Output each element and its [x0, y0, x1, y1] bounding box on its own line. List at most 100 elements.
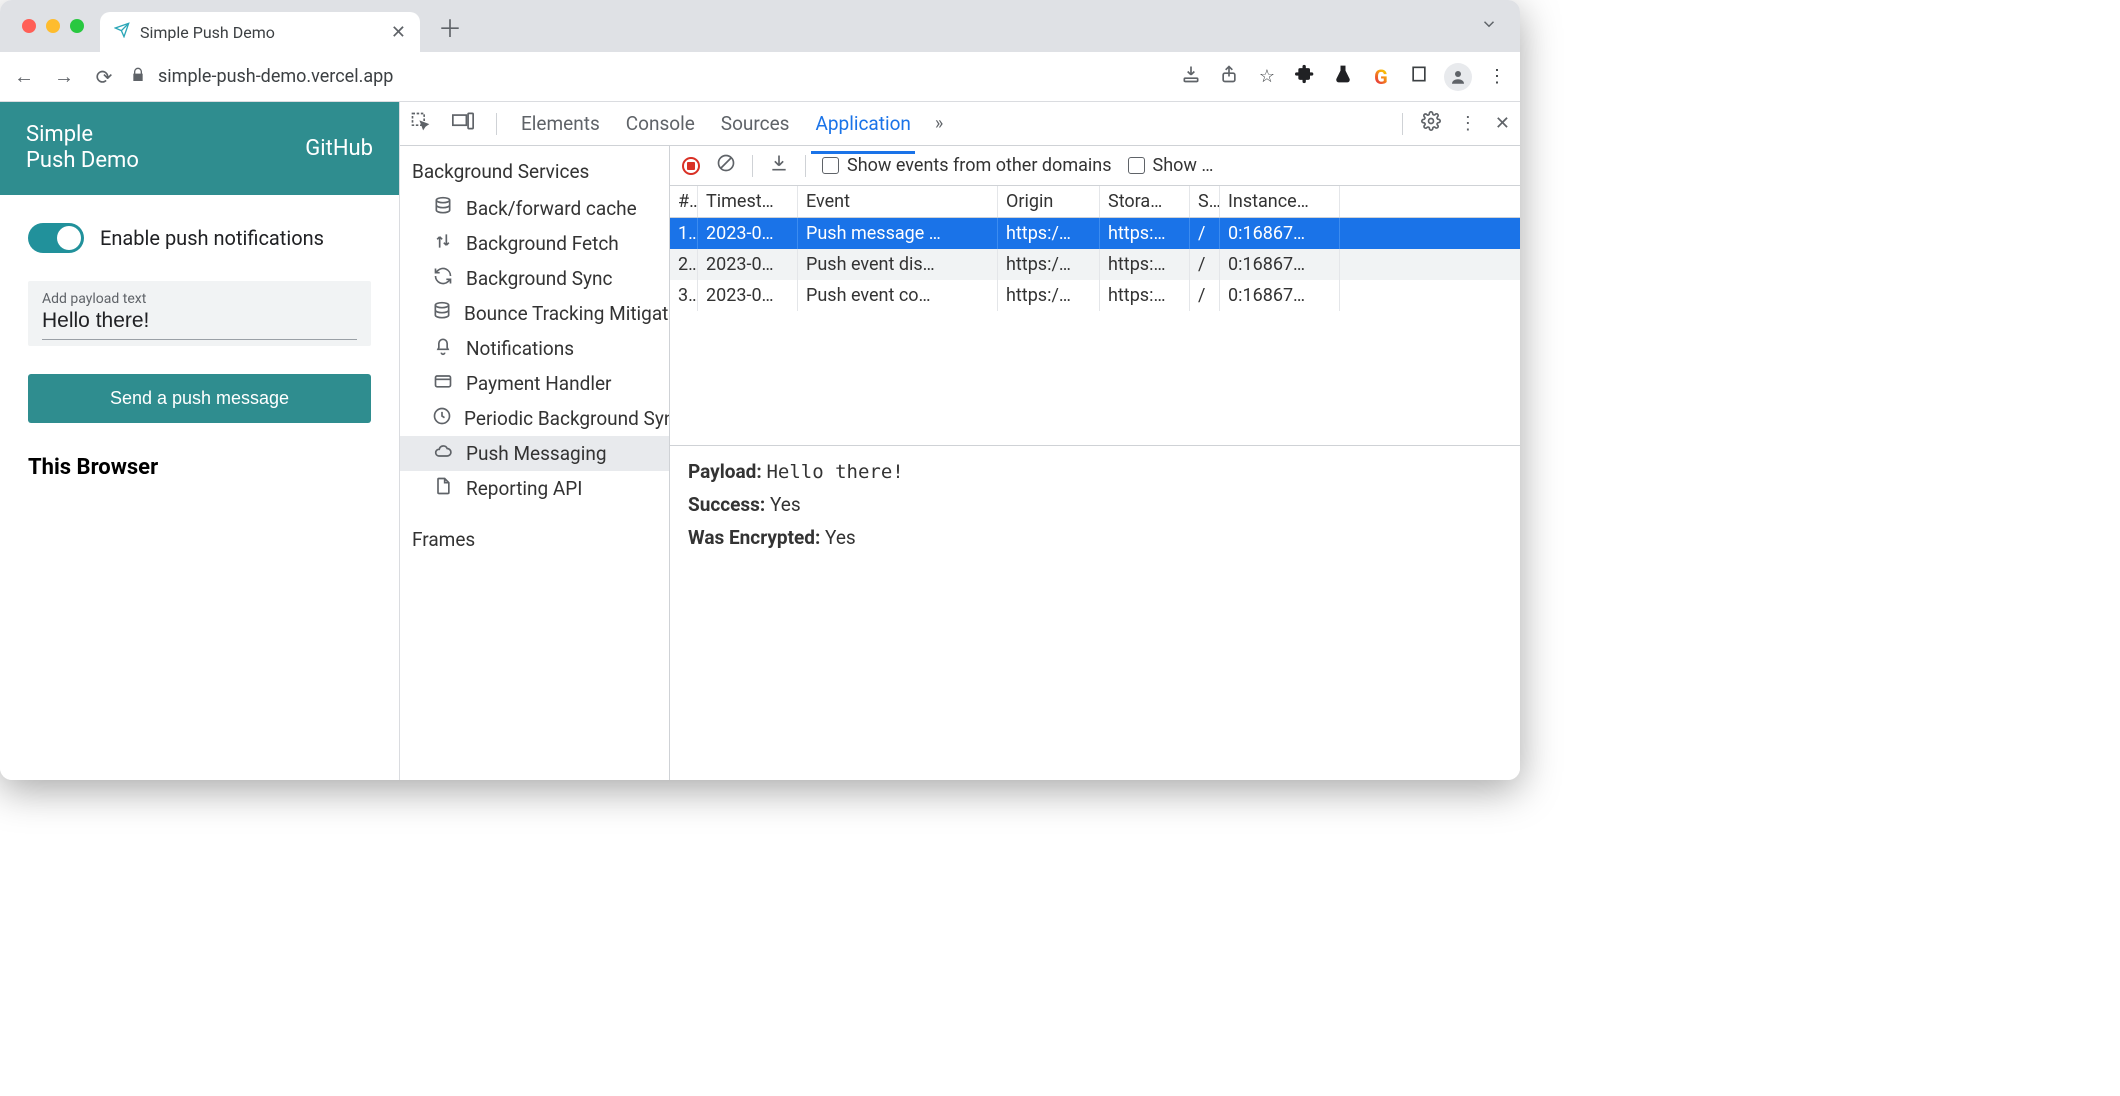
detail-encrypted-key: Was Encrypted: [688, 526, 820, 549]
table-row[interactable]: 1.2023-0…Push message …https:/…https:…/0… [670, 218, 1520, 249]
tab-title: Simple Push Demo [140, 23, 275, 42]
sidebar-item-label: Push Messaging [466, 442, 607, 465]
devtools-panel: Elements Console Sources Application » ⋮… [400, 102, 1520, 780]
cell-n: 1. [670, 218, 698, 249]
cutoff-heading: This Browser [28, 455, 371, 480]
browser-tab[interactable]: Simple Push Demo ✕ [100, 12, 420, 52]
lock-icon [130, 67, 146, 87]
browser-toolbar: ← → ⟳ simple-push-demo.vercel.app ☆ G ⋮ [0, 52, 1520, 102]
close-window-button[interactable] [22, 19, 36, 33]
google-icon[interactable]: G [1368, 65, 1394, 89]
sidebar-heading-frames: Frames [400, 520, 669, 559]
sidebar-item-notifications[interactable]: Notifications [400, 331, 669, 366]
separator [1402, 113, 1403, 135]
share-icon[interactable] [1216, 64, 1242, 89]
application-sidebar: Background Services Back/forward cacheBa… [400, 146, 670, 780]
cell-origin: https:/… [998, 280, 1100, 311]
sidebar-item-periodic-background-sync[interactable]: Periodic Background Sync [400, 401, 669, 436]
tab-sources[interactable]: Sources [719, 104, 792, 143]
cell-instance: 0:16867… [1220, 280, 1340, 311]
detail-payload-key: Payload: [688, 460, 762, 483]
zoom-window-button[interactable] [70, 19, 84, 33]
sidebar-item-label: Periodic Background Sync [464, 407, 670, 430]
show-more-label: Show … [1153, 155, 1214, 176]
chrome-menu-button[interactable]: ⋮ [1484, 66, 1510, 87]
send-push-button[interactable]: Send a push message [28, 374, 371, 423]
table-row[interactable]: 3.2023-0…Push event co…https:/…https:…/0… [670, 280, 1520, 311]
sidebar-item-label: Back/forward cache [466, 197, 637, 220]
bookmark-star-icon[interactable]: ☆ [1254, 66, 1280, 87]
sidebar-item-reporting-api[interactable]: Reporting API [400, 471, 669, 506]
card-icon [432, 371, 454, 396]
app-header: Simple Push Demo GitHub [0, 102, 399, 195]
payload-field[interactable]: Add payload text [28, 281, 371, 346]
labs-icon[interactable] [1330, 64, 1356, 89]
new-tab-button[interactable]: ＋ [438, 9, 462, 44]
minimize-window-button[interactable] [46, 19, 60, 33]
tab-console[interactable]: Console [624, 104, 697, 143]
column-header[interactable]: Timest… [698, 186, 798, 217]
reload-button[interactable]: ⟳ [90, 65, 118, 89]
sidebar-item-bounce-tracking-mitigations[interactable]: Bounce Tracking Mitigations [400, 296, 669, 331]
column-header[interactable]: Stora… [1100, 186, 1190, 217]
sidebar-item-push-messaging[interactable]: Push Messaging [400, 436, 669, 471]
cell-storage: https:… [1100, 218, 1190, 249]
payload-field-label: Add payload text [42, 291, 357, 307]
detail-payload-value: Hello there! [766, 461, 903, 483]
column-header[interactable]: Instance… [1220, 186, 1340, 217]
github-link[interactable]: GitHub [305, 136, 373, 161]
cell-origin: https:/… [998, 249, 1100, 280]
address-bar[interactable]: simple-push-demo.vercel.app [130, 66, 1166, 87]
events-table-header: #Timest…EventOriginStora…S..Instance… [670, 186, 1520, 218]
devtools-tabbar: Elements Console Sources Application » ⋮… [400, 102, 1520, 146]
cell-ts: 2023-0… [698, 218, 798, 249]
cell-sw: / [1190, 280, 1220, 311]
show-other-domains-checkbox[interactable]: Show events from other domains [822, 155, 1112, 176]
column-header[interactable]: Event [798, 186, 998, 217]
sidebar-item-payment-handler[interactable]: Payment Handler [400, 366, 669, 401]
column-header[interactable]: S.. [1190, 186, 1220, 217]
forward-button[interactable]: → [50, 64, 78, 89]
detail-encrypted-value: Yes [825, 526, 856, 549]
sidebar-item-back-forward-cache[interactable]: Back/forward cache [400, 191, 669, 226]
clear-icon[interactable] [716, 153, 736, 178]
column-header[interactable]: Origin [998, 186, 1100, 217]
db-icon [432, 196, 454, 221]
close-devtools-icon[interactable]: ✕ [1495, 113, 1510, 134]
tab-elements[interactable]: Elements [519, 104, 602, 143]
separator [752, 155, 753, 177]
gear-icon[interactable] [1421, 111, 1441, 136]
field-underline [42, 339, 357, 340]
back-button[interactable]: ← [10, 64, 38, 89]
record-button[interactable] [682, 157, 700, 175]
sidebar-item-label: Payment Handler [466, 372, 611, 395]
sidebar-item-background-fetch[interactable]: Background Fetch [400, 226, 669, 261]
separator [496, 113, 497, 135]
cell-sw: / [1190, 249, 1220, 280]
enable-push-toggle[interactable] [28, 223, 84, 253]
checkbox-icon [1128, 157, 1145, 174]
column-header[interactable]: # [670, 186, 698, 217]
install-icon[interactable] [1178, 64, 1204, 89]
reading-list-icon[interactable] [1406, 64, 1432, 89]
payload-input[interactable] [42, 307, 357, 335]
kebab-menu-icon[interactable]: ⋮ [1459, 113, 1477, 134]
inspect-element-icon[interactable] [410, 111, 430, 136]
sidebar-item-background-sync[interactable]: Background Sync [400, 261, 669, 296]
device-toolbar-icon[interactable] [452, 111, 474, 136]
sync-icon [432, 266, 454, 291]
download-icon[interactable] [769, 153, 789, 178]
app-title-line1: Simple [26, 122, 139, 148]
close-tab-button[interactable]: ✕ [391, 22, 406, 43]
tab-overflow-button[interactable] [1470, 15, 1508, 38]
tab-strip: Simple Push Demo ✕ ＋ [0, 0, 1520, 52]
extensions-icon[interactable] [1292, 64, 1318, 89]
enable-push-row: Enable push notifications [28, 223, 371, 253]
show-more-checkbox[interactable]: Show … [1128, 155, 1214, 176]
more-tabs-icon[interactable]: » [935, 113, 943, 134]
events-toolbar: Show events from other domains Show … [670, 146, 1520, 186]
detail-success-key: Success: [688, 493, 765, 516]
table-row[interactable]: 2.2023-0…Push event dis…https:/…https:…/… [670, 249, 1520, 280]
profile-avatar[interactable] [1444, 63, 1472, 91]
tab-application[interactable]: Application [813, 104, 912, 143]
